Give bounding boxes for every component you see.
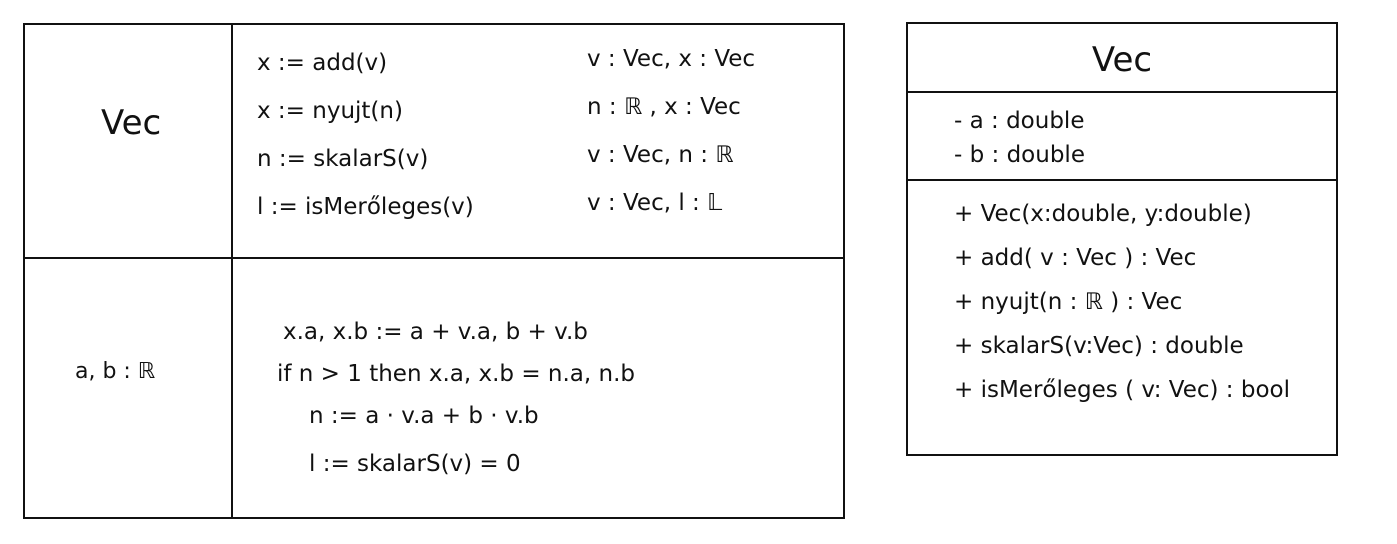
specification-table: Vec a, b : ℝ x := add(v) v : Vec, x : Ve… — [23, 23, 845, 519]
implementation-line: n := a · v.a + b · v.b — [309, 403, 539, 429]
implementation-line: x.a, x.b := a + v.a, b + v.b — [283, 319, 588, 345]
class-name-separator — [908, 91, 1336, 93]
method-item: + Vec(x:double, y:double) — [954, 201, 1252, 227]
method-item: + skalarS(v:Vec) : double — [954, 333, 1244, 359]
attributes-separator — [908, 179, 1336, 181]
attributes-list: - a : double - b : double — [954, 104, 1085, 172]
type-name: Vec — [101, 103, 162, 143]
table-horizontal-divider — [25, 257, 843, 259]
representation: a, b : ℝ — [75, 359, 156, 384]
operation-definition: x := add(v) — [257, 50, 388, 76]
method-item: + isMerőleges ( v: Vec) : bool — [954, 377, 1290, 403]
operation-signature: n : ℝ , x : Vec — [587, 94, 741, 120]
operation-definition: x := nyujt(n) — [257, 98, 403, 124]
methods-list: + Vec(x:double, y:double) + add( v : Vec… — [954, 192, 1290, 412]
operation-definition: n := skalarS(v) — [257, 146, 429, 172]
implementation-line: l := skalarS(v) = 0 — [309, 451, 521, 477]
operation-signature: v : Vec, x : Vec — [587, 46, 756, 72]
implementation-line: if n > 1 then x.a, x.b = n.a, n.b — [277, 361, 635, 387]
attribute-item: - b : double — [954, 142, 1085, 168]
class-name: Vec — [1091, 40, 1153, 80]
operation-signature: v : Vec, n : ℝ — [587, 142, 734, 168]
operation-definition: l := isMerőleges(v) — [257, 194, 474, 220]
implementation-block: x.a, x.b := a + v.a, b + v.b if n > 1 th… — [277, 311, 635, 485]
attribute-item: - a : double — [954, 108, 1085, 134]
table-vertical-divider — [231, 25, 233, 517]
operation-signature: v : Vec, l : 𝕃 — [587, 190, 723, 216]
uml-class-box: Vec - a : double - b : double + Vec(x:do… — [906, 22, 1338, 456]
method-item: + add( v : Vec ) : Vec — [954, 245, 1197, 271]
method-item: + nyujt(n : ℝ ) : Vec — [954, 289, 1183, 315]
